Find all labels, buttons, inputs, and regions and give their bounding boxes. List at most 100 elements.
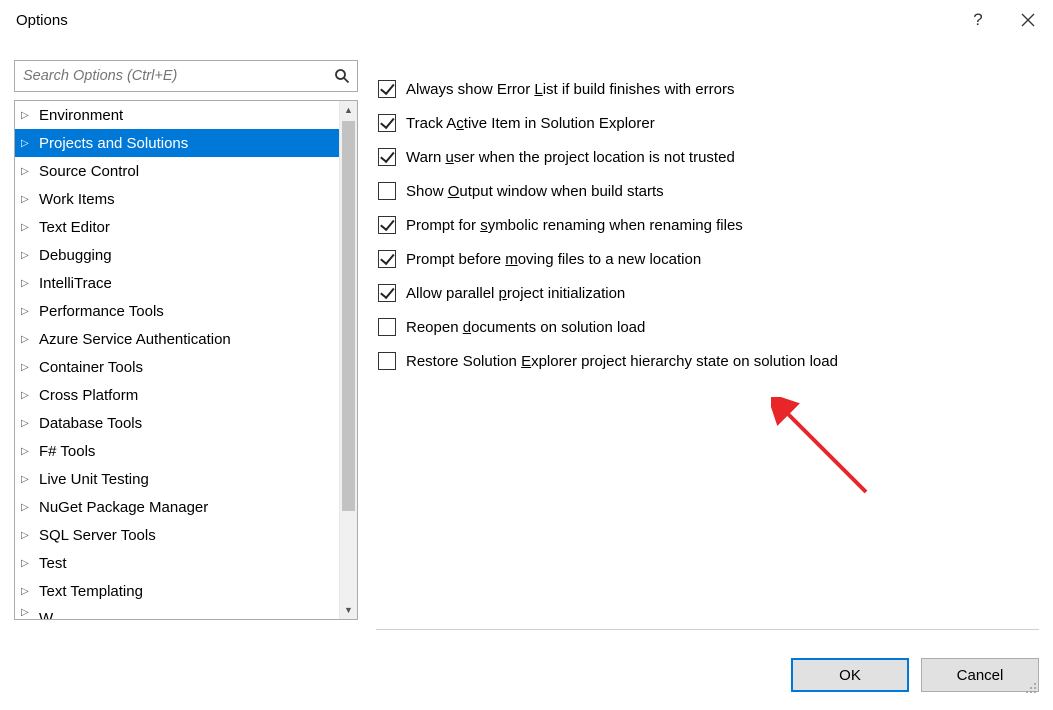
option-label[interactable]: Show Output window when build starts — [406, 183, 664, 200]
expand-icon[interactable]: ▷ — [21, 250, 35, 261]
option-label[interactable]: Prompt for symbolic renaming when renami… — [406, 217, 743, 234]
option-row: Show Output window when build starts — [376, 174, 1039, 208]
tree-item-label: Text Templating — [39, 583, 143, 600]
search-icon[interactable] — [327, 68, 357, 84]
expand-icon[interactable]: ▷ — [21, 530, 35, 541]
window-title: Options — [16, 12, 953, 29]
expand-icon[interactable]: ▷ — [21, 166, 35, 177]
expand-icon[interactable]: ▷ — [21, 586, 35, 597]
tree-item-label: Projects and Solutions — [39, 135, 188, 152]
checkbox[interactable] — [378, 352, 396, 370]
tree-item-label: Test — [39, 555, 67, 572]
expand-icon[interactable]: ▷ — [21, 334, 35, 345]
option-row: Track Active Item in Solution Explorer — [376, 106, 1039, 140]
tree-item-label: Debugging — [39, 247, 112, 264]
expand-icon[interactable]: ▷ — [21, 362, 35, 373]
option-label[interactable]: Restore Solution Explorer project hierar… — [406, 353, 838, 370]
scroll-up-icon[interactable]: ▲ — [340, 101, 357, 119]
option-label[interactable]: Allow parallel project initialization — [406, 285, 625, 302]
tree-item-label: Container Tools — [39, 359, 143, 376]
expand-icon[interactable]: ▷ — [21, 222, 35, 233]
tree-item-cross-platform[interactable]: ▷ Cross Platform — [15, 381, 339, 409]
tree-item-label: Database Tools — [39, 415, 142, 432]
option-label[interactable]: Prompt before moving files to a new loca… — [406, 251, 701, 268]
tree-item-label: SQL Server Tools — [39, 527, 156, 544]
tree-item-partial[interactable]: ▷W — [15, 605, 339, 619]
expand-icon[interactable]: ▷ — [21, 446, 35, 457]
expand-icon[interactable]: ▷ — [21, 558, 35, 569]
dialog-buttons: OK Cancel — [791, 658, 1039, 692]
tree-item-sql-server-tools[interactable]: ▷ SQL Server Tools — [15, 521, 339, 549]
expand-icon[interactable]: ▷ — [21, 110, 35, 121]
checkbox[interactable] — [378, 80, 396, 98]
tree-item-nuget-package-manager[interactable]: ▷ NuGet Package Manager — [15, 493, 339, 521]
tree-item-source-control[interactable]: ▷ Source Control — [15, 157, 339, 185]
expand-icon[interactable]: ▷ — [21, 502, 35, 513]
checkbox[interactable] — [378, 216, 396, 234]
option-row: Reopen documents on solution load — [376, 310, 1039, 344]
tree-item-performance-tools[interactable]: ▷ Performance Tools — [15, 297, 339, 325]
category-tree: ▷ Environment ▷ Projects and Solutions ▷ Sour… — [14, 100, 358, 620]
checkbox[interactable] — [378, 318, 396, 336]
option-row: Allow parallel project initialization — [376, 276, 1039, 310]
expand-icon[interactable]: ▷ — [21, 418, 35, 429]
tree-item-debugging[interactable]: ▷ Debugging — [15, 241, 339, 269]
checkbox[interactable] — [378, 114, 396, 132]
tree-item-label: Text Editor — [39, 219, 110, 236]
checkbox[interactable] — [378, 148, 396, 166]
tree-item-label: Environment — [39, 107, 123, 124]
option-row: Warn user when the project location is n… — [376, 140, 1039, 174]
tree-item-text-templating[interactable]: ▷ Text Templating — [15, 577, 339, 605]
tree-item-label: F# Tools — [39, 443, 95, 460]
checkbox[interactable] — [378, 182, 396, 200]
checkbox[interactable] — [378, 250, 396, 268]
option-row: Restore Solution Explorer project hierar… — [376, 344, 1039, 378]
tree-item-projects-and-solutions[interactable]: ▷ Projects and Solutions — [15, 129, 339, 157]
checkbox[interactable] — [378, 284, 396, 302]
tree-item-test[interactable]: ▷ Test — [15, 549, 339, 577]
expand-icon[interactable]: ▷ — [21, 138, 35, 149]
resize-grip-icon[interactable] — [1023, 680, 1037, 694]
tree-item-container-tools[interactable]: ▷ Container Tools — [15, 353, 339, 381]
tree-item-label: IntelliTrace — [39, 275, 112, 292]
tree-item-text-editor[interactable]: ▷ Text Editor — [15, 213, 339, 241]
tree-item-label: Performance Tools — [39, 303, 164, 320]
tree-scrollbar[interactable]: ▲ ▼ — [339, 101, 357, 619]
scroll-thumb[interactable] — [342, 121, 355, 511]
option-row: Prompt before moving files to a new loca… — [376, 242, 1039, 276]
tree-item-label: Cross Platform — [39, 387, 138, 404]
option-label[interactable]: Always show Error List if build finishes… — [406, 81, 734, 98]
option-row: Always show Error List if build finishes… — [376, 72, 1039, 106]
tree-item-intellitrace[interactable]: ▷ IntelliTrace — [15, 269, 339, 297]
tree-item-database-tools[interactable]: ▷ Database Tools — [15, 409, 339, 437]
tree-item-label: Live Unit Testing — [39, 471, 149, 488]
tree-item-label: Work Items — [39, 191, 115, 208]
annotation-arrow — [771, 397, 881, 507]
ok-button[interactable]: OK — [791, 658, 909, 692]
search-box[interactable] — [14, 60, 358, 92]
expand-icon[interactable]: ▷ — [21, 607, 35, 618]
close-icon — [1021, 13, 1035, 27]
cancel-button[interactable]: Cancel — [921, 658, 1039, 692]
tree-item-label: NuGet Package Manager — [39, 499, 208, 516]
option-label[interactable]: Warn user when the project location is n… — [406, 149, 735, 166]
option-row: Prompt for symbolic renaming when renami… — [376, 208, 1039, 242]
help-button[interactable]: ? — [953, 0, 1003, 40]
expand-icon[interactable]: ▷ — [21, 390, 35, 401]
tree-item-label: Source Control — [39, 163, 139, 180]
search-input[interactable] — [15, 61, 327, 91]
option-label[interactable]: Track Active Item in Solution Explorer — [406, 115, 655, 132]
tree-item-environment[interactable]: ▷ Environment — [15, 101, 339, 129]
expand-icon[interactable]: ▷ — [21, 278, 35, 289]
close-button[interactable] — [1003, 0, 1053, 40]
scroll-down-icon[interactable]: ▼ — [340, 601, 357, 619]
option-label[interactable]: Reopen documents on solution load — [406, 319, 645, 336]
expand-icon[interactable]: ▷ — [21, 474, 35, 485]
tree-item-live-unit-testing[interactable]: ▷ Live Unit Testing — [15, 465, 339, 493]
tree-item-azure-service-authentication[interactable]: ▷Azure Service Authentication — [15, 325, 339, 353]
expand-icon[interactable]: ▷ — [21, 194, 35, 205]
options-pane: Always show Error List if build finishes… — [376, 72, 1039, 630]
expand-icon[interactable]: ▷ — [21, 306, 35, 317]
tree-item-f-tools[interactable]: ▷ F# Tools — [15, 437, 339, 465]
tree-item-work-items[interactable]: ▷ Work Items — [15, 185, 339, 213]
